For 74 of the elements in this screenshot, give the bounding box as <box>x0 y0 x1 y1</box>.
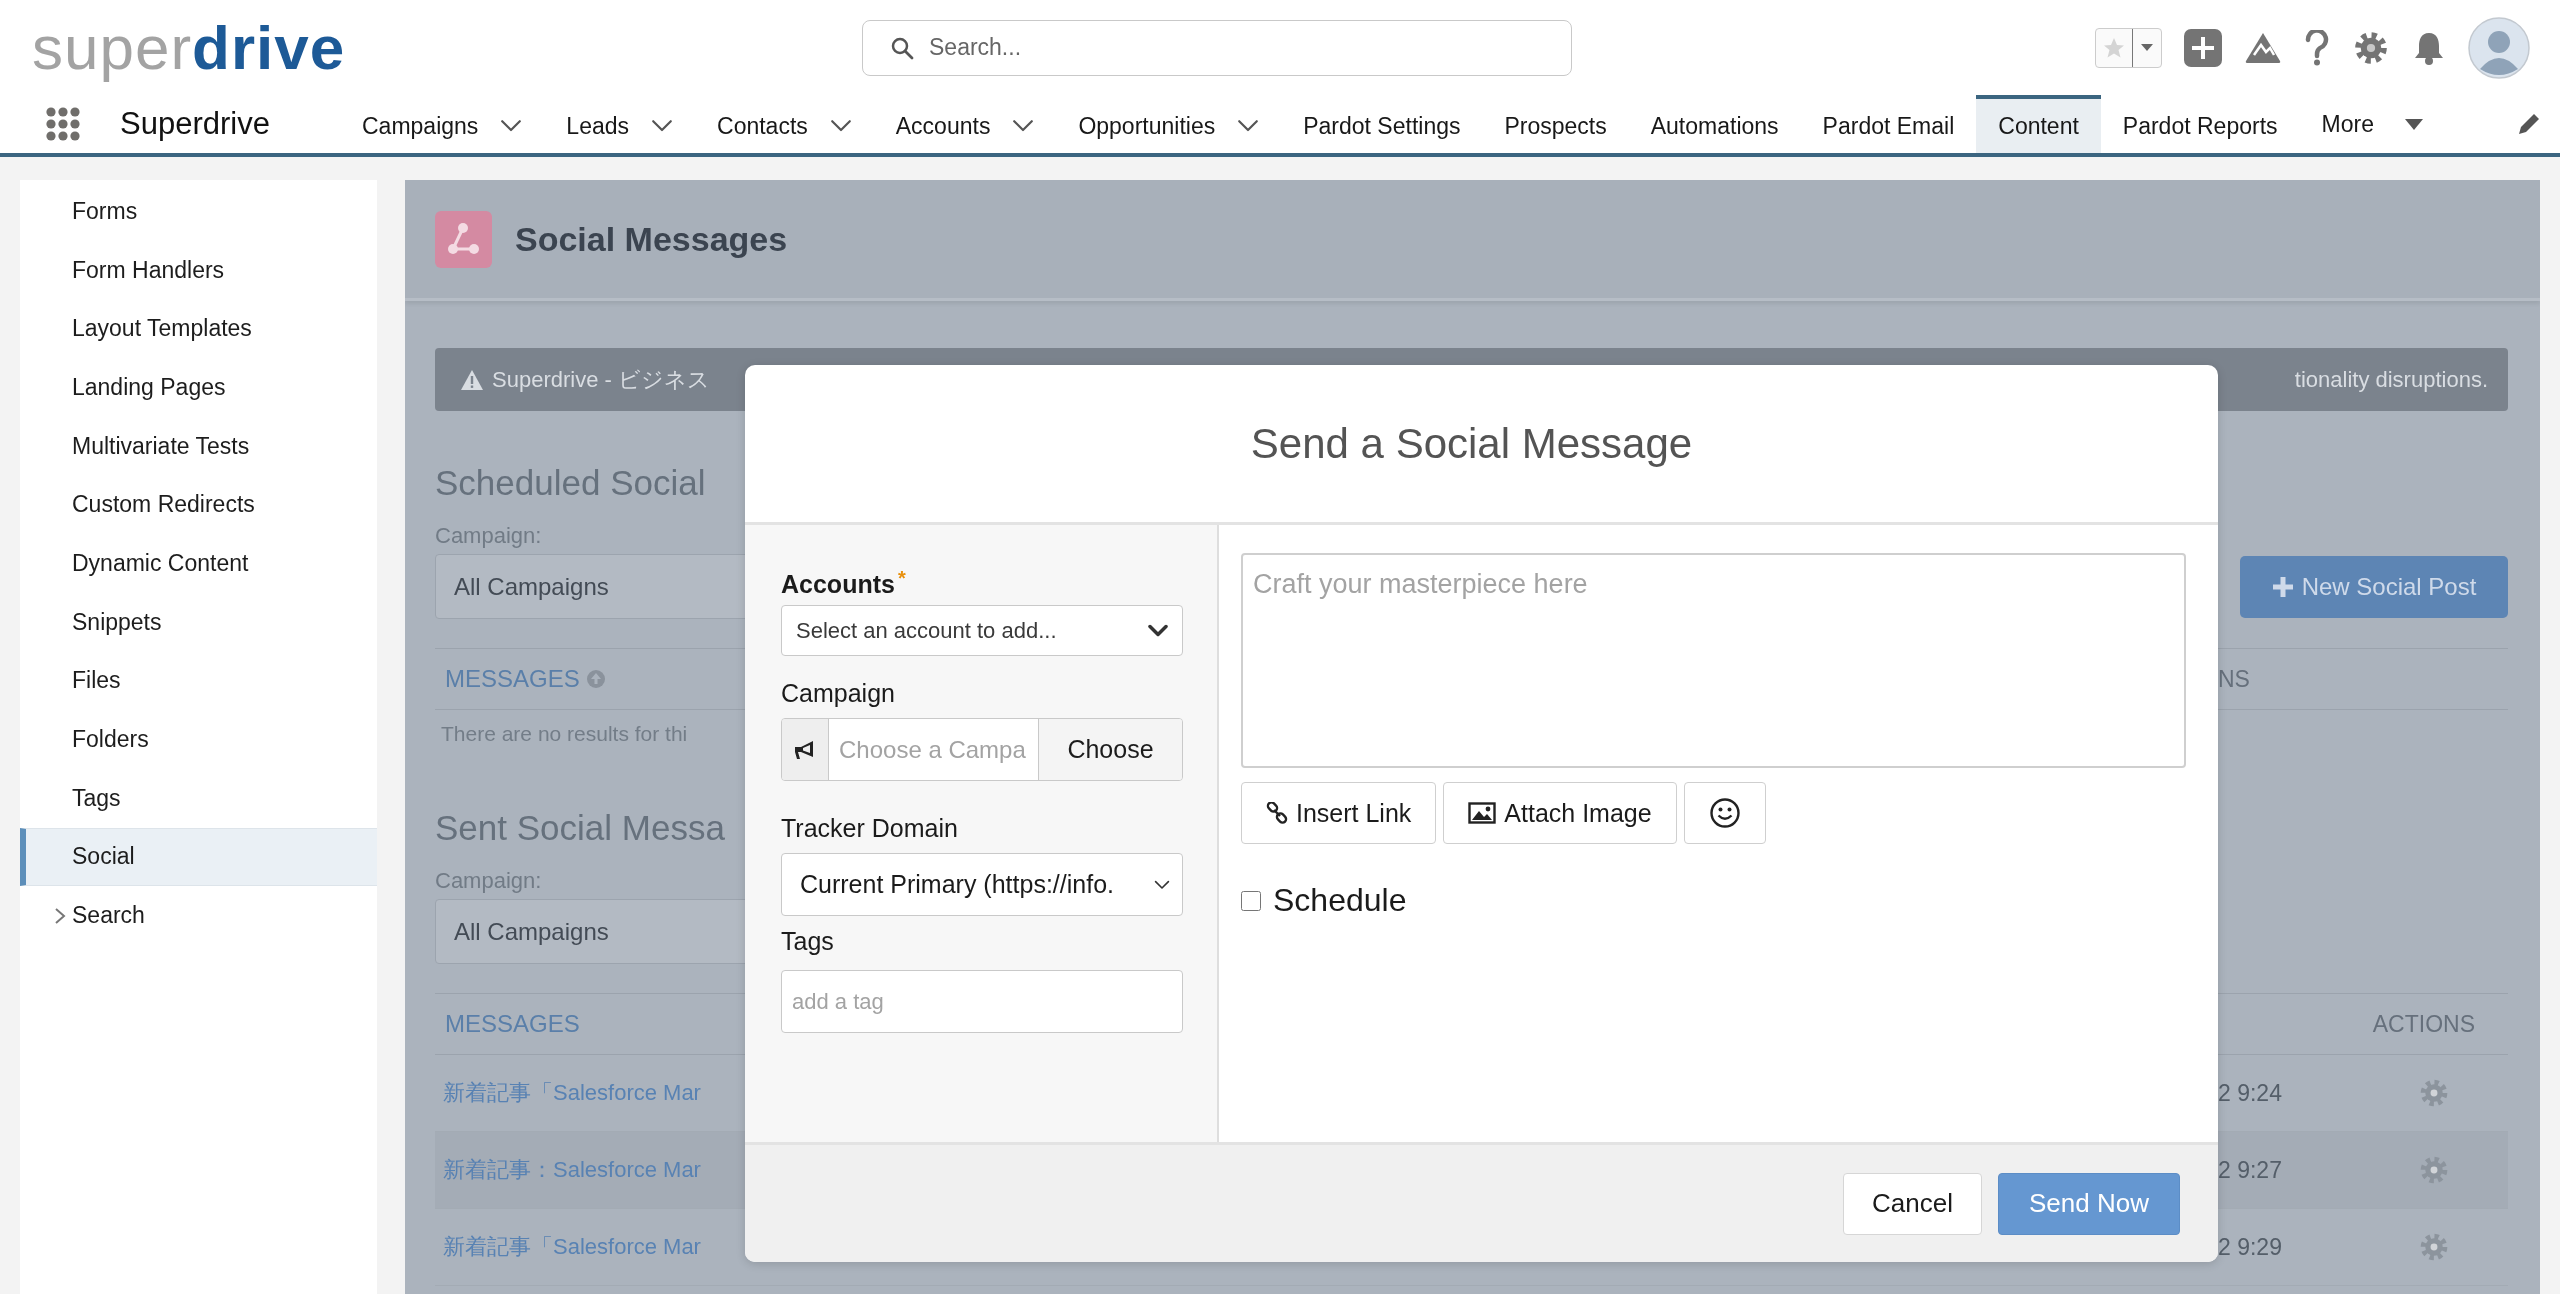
sent-time: 2 9:29 <box>2218 1233 2282 1261</box>
field-label: Tags <box>781 927 834 956</box>
sidebar-item[interactable]: Dynamic Content <box>20 534 377 593</box>
caret-down-icon <box>2140 43 2154 52</box>
empty-message: There are no results for thi <box>441 722 688 746</box>
field-label: Accounts <box>781 570 895 599</box>
pencil-icon[interactable] <box>2516 111 2542 137</box>
required-mark: * <box>897 567 906 590</box>
checkbox-label: Schedule <box>1273 882 1407 919</box>
nav-tab[interactable]: Prospects <box>1482 95 1629 153</box>
tracker-domain-select[interactable]: Current Primary (https://info. <box>781 853 1183 916</box>
field-label: Campaign: <box>435 868 542 893</box>
image-icon <box>1468 802 1497 824</box>
schedule-checkbox[interactable] <box>1241 890 1261 911</box>
nav-tab[interactable]: Automations <box>1628 95 1801 153</box>
banner-text: Superdrive - ビジネス <box>492 365 710 394</box>
column-header: ACTIONS <box>2372 1010 2475 1038</box>
app-name: Superdrive <box>120 106 270 142</box>
banner-text: tionality disruptions. <box>2294 366 2488 393</box>
nav-tab[interactable]: Accounts <box>873 95 1057 153</box>
nav-tab[interactable]: Opportunities <box>1056 95 1282 153</box>
sidebar-item[interactable]: Multivariate Tests <box>20 416 377 476</box>
field-label: Campaign: <box>435 523 542 548</box>
page-title: Social Messages <box>515 219 788 259</box>
add-icon[interactable] <box>2184 28 2222 67</box>
link-button[interactable]: Insert Link <box>1241 782 1437 844</box>
section-heading: Scheduled Social <box>435 463 706 502</box>
chevron-right-icon[interactable] <box>54 906 66 925</box>
section-heading: Sent Social Messa <box>435 808 725 847</box>
sidebar-item[interactable]: Layout Templates <box>20 299 377 359</box>
chevron-down-icon <box>1154 879 1170 890</box>
sidebar-item[interactable]: Folders <box>20 710 377 769</box>
tags-input[interactable]: add a tag <box>781 970 1183 1033</box>
image-button[interactable]: Attach Image <box>1443 782 1677 844</box>
nav-tab[interactable]: Pardot Email <box>1800 95 1977 153</box>
field-label: Tracker Domain <box>781 814 958 843</box>
warning-icon <box>460 368 484 391</box>
smiley-icon <box>1708 797 1741 829</box>
dialog-title: Send a Social Message <box>1250 419 1693 468</box>
sent-time: 2 9:27 <box>2218 1156 2282 1184</box>
sidebar-item[interactable]: Files <box>20 651 377 711</box>
chevron-down-icon <box>1148 624 1168 637</box>
sidebar-item[interactable]: Social <box>20 827 377 887</box>
avatar[interactable] <box>2468 16 2530 79</box>
cancel-button[interactable]: Cancel <box>1843 1172 1983 1235</box>
sidebar-item[interactable]: Search <box>20 886 377 945</box>
emoji-button[interactable] <box>1683 782 1766 844</box>
favorites-button[interactable] <box>2095 27 2162 68</box>
sidebar-item[interactable]: Forms <box>20 182 377 241</box>
search-icon <box>890 35 914 60</box>
nav-tab[interactable]: Content <box>1976 95 2101 153</box>
nav-tab[interactable]: Leads <box>544 95 695 153</box>
sidebar-item[interactable]: Form Handlers <box>20 240 377 300</box>
column-header: NS <box>2218 665 2251 693</box>
sidebar-item[interactable]: Custom Redirects <box>20 475 377 535</box>
sidebar-item[interactable]: Snippets <box>20 592 377 652</box>
nav-tab[interactable]: Pardot Settings <box>1281 95 1483 153</box>
search-field[interactable]: Search... <box>862 19 1572 76</box>
account-select[interactable]: Select an account to add... <box>781 605 1183 656</box>
sidebar-item[interactable]: Landing Pages <box>20 358 377 417</box>
social-app-icon <box>435 210 492 268</box>
message-textarea[interactable]: Craft your masterpiece here <box>1241 553 2186 768</box>
help-icon[interactable] <box>2304 29 2330 66</box>
link-icon <box>1266 802 1288 824</box>
nav-tab[interactable]: Contacts <box>695 95 874 153</box>
nav-tab[interactable]: Pardot Reports <box>2100 95 2300 153</box>
field-label: Campaign <box>781 679 895 708</box>
caret-down-icon <box>2403 117 2424 131</box>
nav-tab[interactable]: Campaigns <box>340 95 545 153</box>
app-launcher-icon[interactable] <box>45 106 81 142</box>
sent-time: 2 9:24 <box>2218 1079 2282 1107</box>
more-menu[interactable]: More <box>2299 95 2446 153</box>
sidebar-item[interactable]: Tags <box>20 768 377 828</box>
plus-icon <box>2271 575 2294 598</box>
